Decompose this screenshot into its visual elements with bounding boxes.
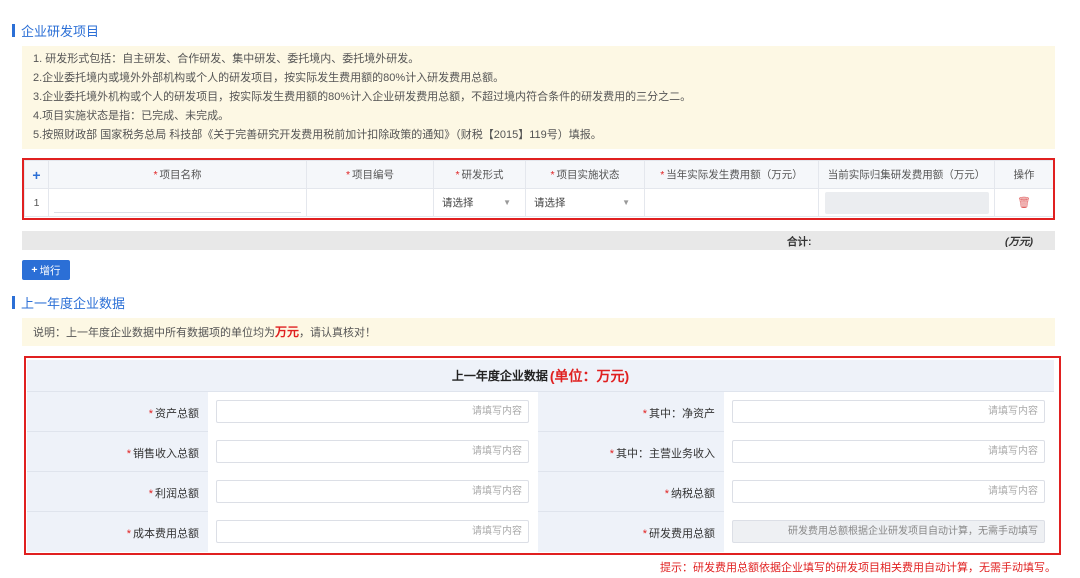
section-title-text: 上一年度企业数据 (21, 295, 126, 311)
section-title-last-year: 上一年度企业数据 (12, 294, 126, 311)
section-title-rd-projects: 企业研发项目 (12, 22, 100, 39)
notice-line: 1. 研发形式包括：自主研发、合作研发、集中研发、委托境内、委托境外研发。 (33, 53, 420, 65)
hint-text: 提示：研发费用总额依据企业填写的研发项目相关费用自动计算，无需手动填写。 (660, 562, 1056, 574)
add-row-button[interactable]: + 增行 (22, 260, 70, 280)
highlight-box (24, 356, 1061, 555)
notice-panel: 1. 研发形式包括：自主研发、合作研发、集中研发、委托境内、委托境外研发。 2.… (22, 46, 1055, 149)
sum-row: 合计: (万元) (22, 231, 1055, 250)
notice-line: 3.企业委托境外机构或个人的研发项目，按实际发生费用额的80%计入企业研发费用总… (33, 91, 692, 103)
notice-line: 5.按照财政部 国家税务总局 科技部《关于完善研究开发费用税前加计扣除政策的通知… (33, 129, 602, 141)
notice-last-year: 说明：上一年度企业数据中所有数据项的单位均为万元，请认真核对！ (22, 318, 1055, 346)
highlight-box (22, 158, 1055, 220)
plus-icon: + (31, 264, 38, 276)
notice-line: 4.项目实施状态是指：已完成、未完成。 (33, 110, 230, 122)
sum-unit: (万元) (1005, 236, 1033, 248)
section-title-text: 企业研发项目 (21, 23, 100, 39)
notice-line: 2.企业委托境内或境外外部机构或个人的研发项目，按实际发生费用额的80%计入研发… (33, 72, 505, 84)
title-bar (12, 23, 15, 37)
title-bar (12, 295, 15, 309)
sum-label: 合计: (787, 236, 812, 248)
